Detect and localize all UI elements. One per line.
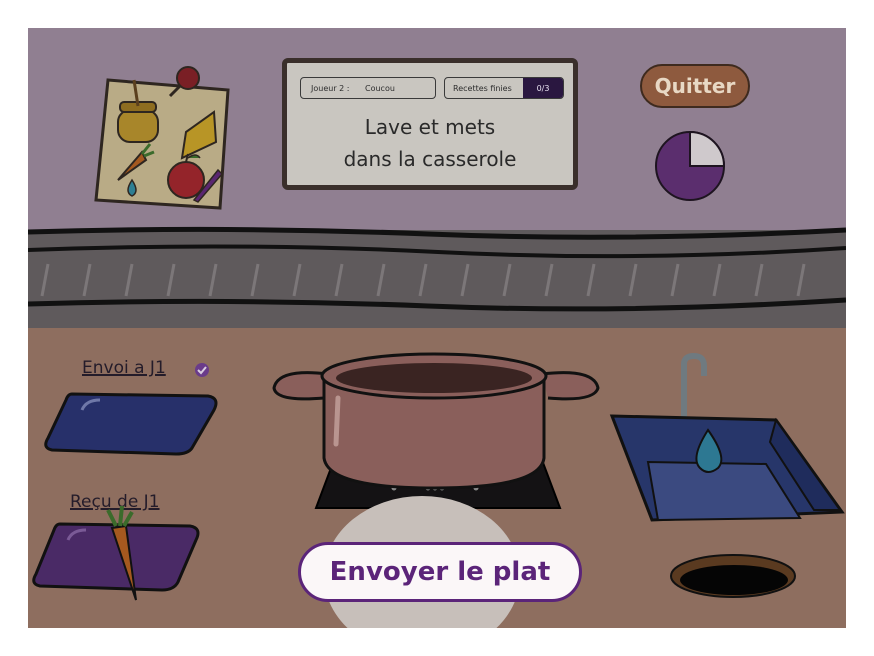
conveyor-belt [28,226,846,328]
pot-icon [272,352,600,490]
faucet-icon [681,352,707,420]
trash-hole[interactable] [668,552,798,600]
info-board: Joueur 2 : Coucou Recettes finies 0/3 La… [282,58,578,190]
timer-pie [655,130,726,201]
player-name: Coucou [365,83,395,93]
send-dish-button[interactable]: Envoyer le plat [298,542,582,602]
stove-with-pot[interactable] [268,328,608,514]
instruction-text: Lave et mets dans la casserole [287,111,573,175]
timer-elapsed-slice [689,130,726,167]
recipes-label: Recettes finies [453,83,512,93]
instruction-line-1: Lave et mets [364,115,496,139]
game-scene: Joueur 2 : Coucou Recettes finies 0/3 La… [28,28,846,628]
quit-button[interactable]: Quitter [640,64,750,108]
recipes-count: 0/3 [523,78,563,98]
send-cutting-board[interactable] [42,386,222,458]
send-zone-label: Envoi a J1 [82,358,166,378]
instruction-line-2: dans la casserole [343,147,517,171]
player-badge: Joueur 2 : Coucou [300,77,436,99]
check-icon [195,363,209,377]
recipe-card [94,66,230,210]
receive-cutting-board[interactable] [30,502,208,602]
sink[interactable] [608,334,846,526]
player-label: Joueur 2 : [311,83,350,93]
recipes-badge: Recettes finies 0/3 [444,77,564,99]
